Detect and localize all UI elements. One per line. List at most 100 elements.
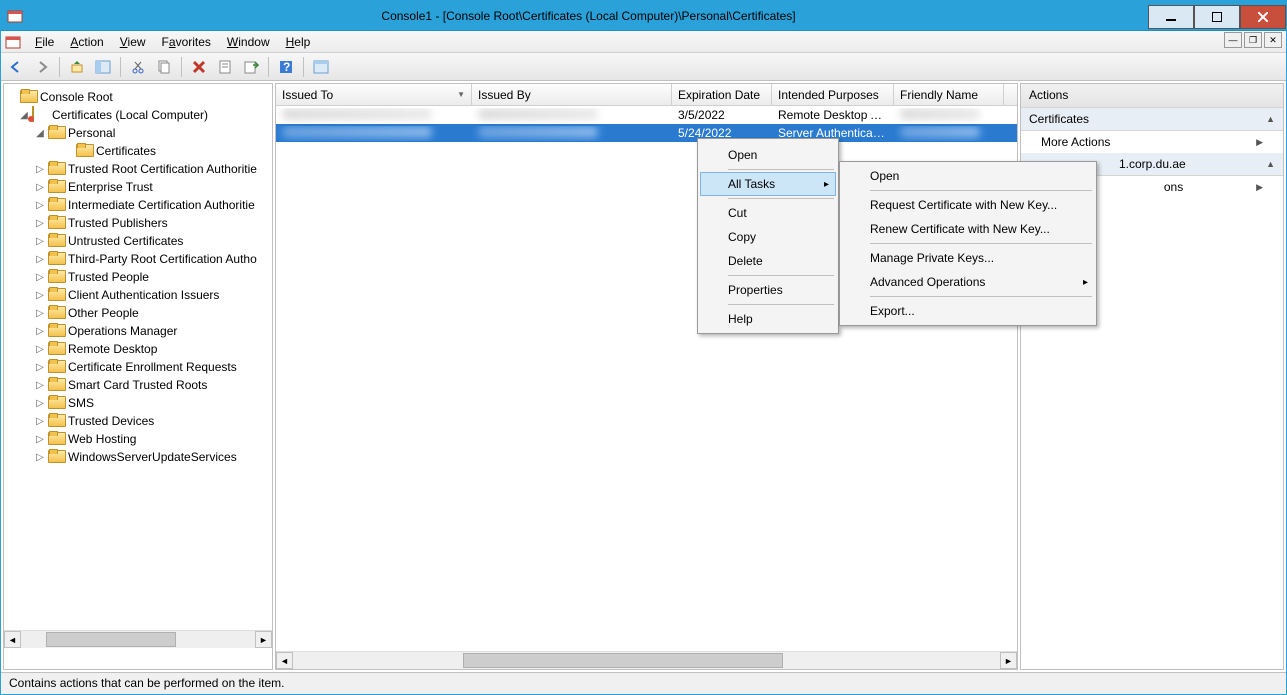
menu-help[interactable]: Help [278, 33, 319, 51]
tree-console-root[interactable]: Console Root [38, 90, 115, 104]
menu-window[interactable]: Window [219, 33, 278, 51]
up-button[interactable] [66, 56, 88, 78]
copy-button[interactable] [153, 56, 175, 78]
sub-manage-keys[interactable]: Manage Private Keys... [842, 246, 1094, 270]
ctx-open[interactable]: Open [700, 143, 836, 167]
tree-item[interactable]: Web Hosting [66, 432, 138, 446]
delete-button[interactable] [188, 56, 210, 78]
tree-item[interactable]: Untrusted Certificates [66, 234, 185, 248]
scroll-right-button[interactable]: ► [1000, 652, 1017, 669]
tree-item[interactable]: Trusted Publishers [66, 216, 170, 230]
expand-icon[interactable]: ▷ [34, 290, 46, 301]
expand-icon[interactable]: ▷ [34, 326, 46, 337]
actions-section-certificates[interactable]: Certificates▲ [1021, 108, 1283, 131]
menu-action[interactable]: Action [62, 33, 111, 51]
column-issued-by[interactable]: Issued By [472, 84, 672, 105]
expand-icon[interactable]: ▷ [34, 218, 46, 229]
menu-file[interactable]: File [27, 33, 62, 51]
menu-favorites[interactable]: Favorites [154, 33, 219, 51]
tree-item[interactable]: Other People [66, 306, 141, 320]
expand-icon[interactable]: ▷ [34, 236, 46, 247]
help-button[interactable]: ? [275, 56, 297, 78]
toolbar: ? [1, 53, 1286, 81]
cut-button[interactable] [127, 56, 149, 78]
tree-item[interactable]: Trusted People [66, 270, 151, 284]
tree-item[interactable]: Intermediate Certification Authoritie [66, 198, 257, 212]
svg-text:?: ? [283, 60, 290, 74]
tree-item[interactable]: Certificate Enrollment Requests [66, 360, 239, 374]
expand-icon[interactable]: ▷ [34, 272, 46, 283]
expand-icon[interactable]: ▷ [34, 344, 46, 355]
column-expiration[interactable]: Expiration Date [672, 84, 772, 105]
actions-header: Actions [1021, 84, 1283, 108]
properties-button[interactable] [214, 56, 236, 78]
table-row[interactable]: 3/5/2022Remote Desktop A... [276, 106, 1017, 124]
minimize-button[interactable] [1148, 5, 1194, 29]
show-hide-tree-button[interactable] [92, 56, 114, 78]
tree-item[interactable]: SMS [66, 396, 96, 410]
tree-personal[interactable]: Personal [66, 126, 117, 140]
ctx-alltasks[interactable]: All Tasks [700, 172, 836, 196]
tree-item[interactable]: Trusted Devices [66, 414, 156, 428]
folder-icon [48, 377, 64, 393]
actions-more[interactable]: More Actions▶ [1021, 131, 1283, 153]
expand-icon[interactable]: ▷ [34, 380, 46, 391]
tree-item[interactable]: Enterprise Trust [66, 180, 155, 194]
scroll-left-button[interactable]: ◄ [276, 652, 293, 669]
tree-item[interactable]: Third-Party Root Certification Autho [66, 252, 259, 266]
sub-open[interactable]: Open [842, 164, 1094, 188]
sub-renew-cert[interactable]: Renew Certificate with New Key... [842, 217, 1094, 241]
close-button[interactable] [1240, 5, 1286, 29]
maximize-button[interactable] [1194, 5, 1240, 29]
ctx-help[interactable]: Help [700, 307, 836, 331]
sub-export[interactable]: Export... [842, 299, 1094, 323]
expand-icon[interactable]: ▷ [34, 164, 46, 175]
app-icon [7, 8, 23, 24]
expand-icon[interactable]: ▷ [34, 254, 46, 265]
folder-icon [48, 341, 64, 357]
ctx-delete[interactable]: Delete [700, 249, 836, 273]
expand-icon[interactable]: ▷ [34, 182, 46, 193]
scrollbar-track[interactable] [21, 631, 255, 648]
expand-icon[interactable]: ▷ [34, 452, 46, 463]
tree-item[interactable]: WindowsServerUpdateServices [66, 450, 239, 464]
scrollbar-thumb[interactable] [463, 653, 783, 668]
column-purposes[interactable]: Intended Purposes [772, 84, 894, 105]
scroll-right-button[interactable]: ► [255, 631, 272, 648]
scroll-left-button[interactable]: ◄ [4, 631, 21, 648]
tree-certificates[interactable]: Certificates [94, 144, 158, 158]
mdi-minimize-button[interactable]: — [1224, 32, 1242, 48]
mdi-restore-button[interactable]: ❐ [1244, 32, 1262, 48]
expand-icon[interactable]: ▷ [34, 416, 46, 427]
export-list-button[interactable] [240, 56, 262, 78]
expand-icon[interactable]: ▷ [34, 362, 46, 373]
collapse-icon[interactable]: ◢ [34, 128, 46, 139]
sub-request-cert[interactable]: Request Certificate with New Key... [842, 193, 1094, 217]
forward-button[interactable] [31, 56, 53, 78]
ctx-copy[interactable]: Copy [700, 225, 836, 249]
menu-view[interactable]: View [112, 33, 154, 51]
scrollbar-track[interactable] [293, 652, 1000, 669]
scrollbar-thumb[interactable] [46, 632, 176, 647]
expand-icon[interactable]: ▷ [34, 434, 46, 445]
ctx-properties[interactable]: Properties [700, 278, 836, 302]
table-row[interactable]: 5/24/2022Server Authenticati... [276, 124, 1017, 142]
sub-advanced[interactable]: Advanced Operations [842, 270, 1094, 294]
tree-item[interactable]: Smart Card Trusted Roots [66, 378, 209, 392]
tree-item[interactable]: Trusted Root Certification Authoritie [66, 162, 259, 176]
expand-icon[interactable]: ▷ [34, 200, 46, 211]
expand-icon[interactable]: ▷ [34, 308, 46, 319]
folder-icon [48, 197, 64, 213]
column-issued-to[interactable]: Issued To▼ [276, 84, 472, 105]
tree-cert-local[interactable]: Certificates (Local Computer) [50, 108, 210, 122]
folder-icon [76, 143, 92, 159]
expand-icon[interactable]: ▷ [34, 398, 46, 409]
ctx-cut[interactable]: Cut [700, 201, 836, 225]
tree-item[interactable]: Client Authentication Issuers [66, 288, 221, 302]
mdi-close-button[interactable]: ✕ [1264, 32, 1282, 48]
tree-item[interactable]: Operations Manager [66, 324, 179, 338]
view-options-button[interactable] [310, 56, 332, 78]
column-friendly-name[interactable]: Friendly Name [894, 84, 1004, 105]
back-button[interactable] [5, 56, 27, 78]
tree-item[interactable]: Remote Desktop [66, 342, 159, 356]
